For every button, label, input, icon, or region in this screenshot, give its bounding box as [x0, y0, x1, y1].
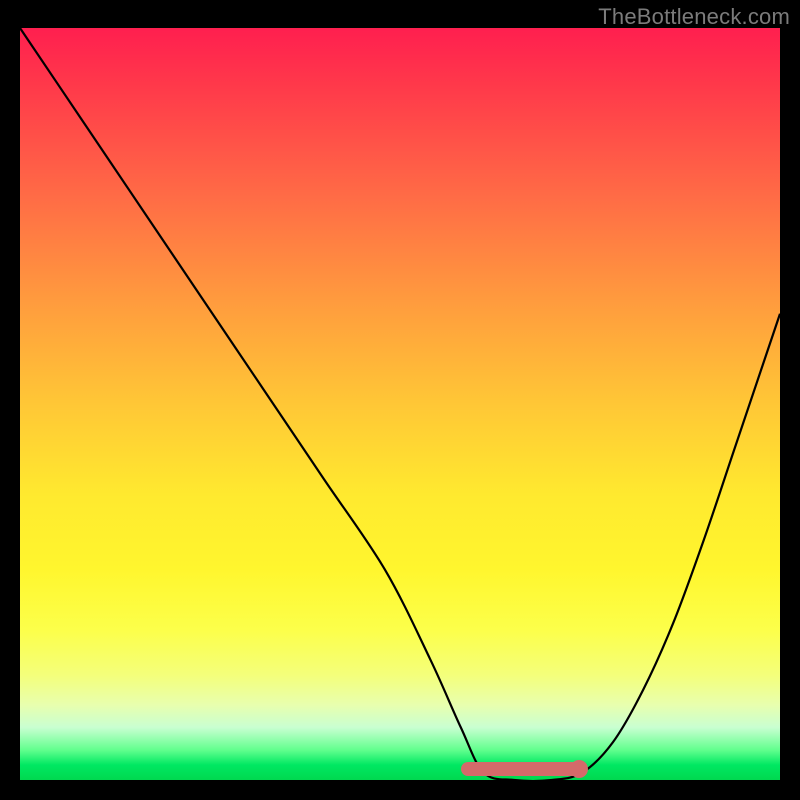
attribution-label: TheBottleneck.com: [598, 4, 790, 30]
curve-layer: [20, 28, 780, 780]
chart-stage: TheBottleneck.com: [0, 0, 800, 800]
bottleneck-curve: [20, 28, 780, 780]
plot-area: [20, 28, 780, 780]
optimal-range-marker: [461, 762, 583, 776]
